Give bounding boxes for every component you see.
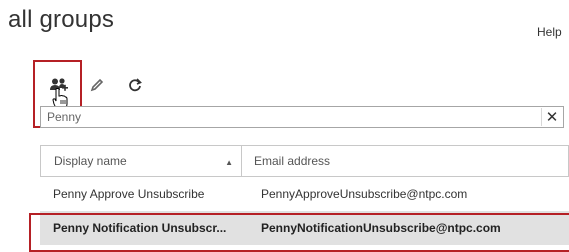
search-input[interactable] (47, 109, 527, 125)
refresh-button[interactable] (120, 73, 150, 101)
selected-row-highlight (29, 213, 569, 252)
close-icon: ✕ (545, 109, 559, 126)
table-row[interactable]: Penny Approve Unsubscribe PennyApproveUn… (40, 177, 569, 211)
edit-button[interactable] (82, 73, 112, 101)
help-link[interactable]: Help (537, 25, 562, 39)
row-email: PennyApproveUnsubscribe@ntpc.com (261, 187, 468, 201)
column-header-email-address[interactable]: Email address (242, 154, 330, 168)
clear-search-button[interactable]: ✕ (541, 108, 562, 126)
refresh-icon (128, 77, 142, 97)
column-header-display-name[interactable]: Display name ▲ (41, 146, 242, 176)
pencil-icon (90, 78, 104, 97)
search-box: ✕ (40, 106, 564, 128)
table-header: Display name ▲ Email address (40, 145, 569, 177)
row-display-name: Penny Approve Unsubscribe (53, 187, 205, 201)
sort-ascending-icon: ▲ (225, 158, 233, 167)
page-title: all groups (8, 6, 115, 33)
